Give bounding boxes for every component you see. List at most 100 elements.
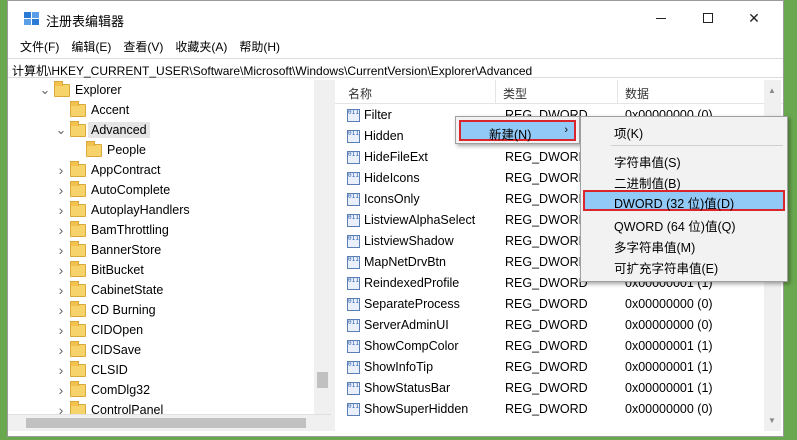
scroll-down-icon[interactable]: ▼ xyxy=(768,416,776,425)
chevron-right-icon[interactable]: › xyxy=(54,340,68,360)
tree-node-label: AutoplayHandlers xyxy=(91,203,190,217)
minimize-button[interactable] xyxy=(638,1,684,35)
tree-node[interactable]: › AutoComplete xyxy=(8,180,314,200)
tree-node[interactable]: › BitBucket xyxy=(8,260,314,280)
folder-icon xyxy=(70,181,86,197)
folder-icon xyxy=(70,341,86,357)
list-row[interactable]: 0110 ShowInfoTip REG_DWORD 0x00000001 (1) xyxy=(335,357,765,378)
cell-name: ShowInfoTip xyxy=(364,360,434,374)
folder-icon xyxy=(70,201,86,217)
close-button[interactable]: ✕ xyxy=(731,1,777,35)
menu-edit[interactable]: 编辑(E) xyxy=(65,35,117,57)
cell-type: REG_DWORD xyxy=(505,339,588,353)
list-row[interactable]: 0110 ShowStatusBar REG_DWORD 0x00000001 (1) xyxy=(335,378,765,399)
submenu-item[interactable]: DWORD (32 位)值(D) xyxy=(583,190,785,211)
column-divider[interactable] xyxy=(495,80,496,104)
submenu-item[interactable]: 多字符串值(M) xyxy=(583,234,785,255)
chevron-right-icon[interactable]: › xyxy=(54,180,68,200)
tree-node[interactable]: › CIDSave xyxy=(8,340,314,360)
context-menu: 新建(N) › xyxy=(455,116,580,144)
list-row[interactable]: 0110 ShowCompColor REG_DWORD 0x00000001 (1) xyxy=(335,336,765,357)
chevron-right-icon[interactable]: › xyxy=(54,360,68,380)
chevron-right-icon[interactable]: › xyxy=(54,220,68,240)
chevron-right-icon[interactable]: › xyxy=(54,300,68,320)
submenu-item[interactable]: 二进制值(B) xyxy=(583,170,785,191)
cell-type: REG_DWORD xyxy=(505,381,588,395)
tree-horizontal-scrollbar[interactable] xyxy=(8,414,331,431)
tree-node[interactable]: › CD Burning xyxy=(8,300,314,320)
menu-item-new[interactable]: 新建(N) › xyxy=(459,120,576,142)
submenu-item[interactable]: 字符串值(S) xyxy=(583,149,785,170)
chevron-right-icon[interactable]: › xyxy=(54,160,68,180)
tree-node[interactable]: › CabinetState xyxy=(8,280,314,300)
cell-name: MapNetDrvBtn xyxy=(364,255,446,269)
tree-node[interactable]: › BamThrottling xyxy=(8,220,314,240)
menu-file[interactable]: 文件(F) xyxy=(14,35,65,57)
tree-node[interactable]: › AppContract xyxy=(8,160,314,180)
cell-type: REG_DWORD xyxy=(505,276,588,290)
list-row[interactable]: 0110 ServerAdminUI REG_DWORD 0x00000000 (0) xyxy=(335,315,765,336)
list-row[interactable]: 0110 ShowSuperHidden REG_DWORD 0x00000000 (… xyxy=(335,399,765,420)
tree-vertical-scrollbar[interactable] xyxy=(314,80,331,414)
tree-node[interactable]: › ControlPanel xyxy=(8,400,314,414)
menu-view[interactable]: 查看(V) xyxy=(117,35,169,57)
tree-node[interactable]: ⌄ Advanced xyxy=(8,120,314,140)
dword-value-icon: 0110 xyxy=(347,130,360,143)
tree-node[interactable]: › AutoplayHandlers xyxy=(8,200,314,220)
tree-node-label: Accent xyxy=(91,103,130,117)
dword-value-icon: 0110 xyxy=(347,277,360,290)
submenu-item[interactable]: 项(K) xyxy=(583,120,785,141)
tree-node[interactable]: › BannerStore xyxy=(8,240,314,260)
list-row[interactable]: 0110 SeparateProcess REG_DWORD 0x00000000 (… xyxy=(335,294,765,315)
tree-node[interactable]: › CIDOpen xyxy=(8,320,314,340)
chevron-down-icon[interactable]: ⌄ xyxy=(38,80,52,100)
chevron-right-icon[interactable]: › xyxy=(54,200,68,220)
chevron-right-icon[interactable]: › xyxy=(54,260,68,280)
address-bar[interactable]: 计算机\HKEY_CURRENT_USER\Software\Microsoft… xyxy=(8,58,783,78)
chevron-right-icon[interactable]: › xyxy=(54,240,68,260)
column-name[interactable]: 名称 xyxy=(348,85,372,102)
close-icon: ✕ xyxy=(748,9,760,26)
column-divider[interactable] xyxy=(617,80,618,104)
folder-icon xyxy=(70,121,86,137)
tree-node[interactable]: Accent xyxy=(8,100,314,120)
cell-name: ShowStatusBar xyxy=(364,381,451,395)
tree-node-label: CLSID xyxy=(91,363,128,377)
dword-value-icon: 0110 xyxy=(347,340,360,353)
dword-value-icon: 0110 xyxy=(347,172,360,185)
cell-name: ReindexedProfile xyxy=(364,276,460,290)
tree-node[interactable]: › ComDlg32 xyxy=(8,380,314,400)
scroll-thumb[interactable] xyxy=(317,372,328,388)
menu-separator xyxy=(611,145,783,146)
chevron-down-icon[interactable]: ⌄ xyxy=(54,120,68,140)
chevron-right-icon[interactable]: › xyxy=(54,400,68,414)
folder-icon xyxy=(70,301,86,317)
scroll-thumb[interactable] xyxy=(26,418,306,428)
registry-tree: ⌄ Explorer Accent ⌄ Advanced People › AppContra… xyxy=(8,80,328,414)
chevron-right-icon[interactable]: › xyxy=(54,380,68,400)
cell-data: 0x00000001 (1) xyxy=(625,360,713,374)
chevron-right-icon[interactable]: › xyxy=(54,280,68,300)
chevron-right-icon[interactable]: › xyxy=(54,320,68,340)
tree-node[interactable]: ⌄ Explorer xyxy=(8,80,314,100)
dword-value-icon: 0110 xyxy=(347,382,360,395)
folder-icon xyxy=(70,361,86,377)
scroll-up-icon[interactable]: ▲ xyxy=(768,86,776,95)
cell-data: 0x00000000 (0) xyxy=(625,318,713,332)
cell-type: REG_DWORD xyxy=(505,297,588,311)
menu-item-label: 新建(N) xyxy=(489,128,532,142)
column-data[interactable]: 数据 xyxy=(625,85,649,102)
maximize-button[interactable] xyxy=(685,1,731,35)
menu-help[interactable]: 帮助(H) xyxy=(233,35,286,57)
submenu-item[interactable]: QWORD (64 位)值(Q) xyxy=(583,213,785,234)
window-title: 注册表编辑器 xyxy=(46,14,125,29)
submenu-item[interactable]: 可扩充字符串值(E) xyxy=(583,255,785,276)
tree-node[interactable]: People xyxy=(8,140,314,160)
minimize-icon xyxy=(656,17,666,19)
tree-node[interactable]: › CLSID xyxy=(8,360,314,380)
cell-data: 0x00000000 (0) xyxy=(625,297,713,311)
tree-node-label: People xyxy=(107,143,146,157)
cell-type: REG_DWORD xyxy=(505,402,588,416)
menu-favorites[interactable]: 收藏夹(A) xyxy=(169,35,233,57)
column-type[interactable]: 类型 xyxy=(503,85,527,102)
